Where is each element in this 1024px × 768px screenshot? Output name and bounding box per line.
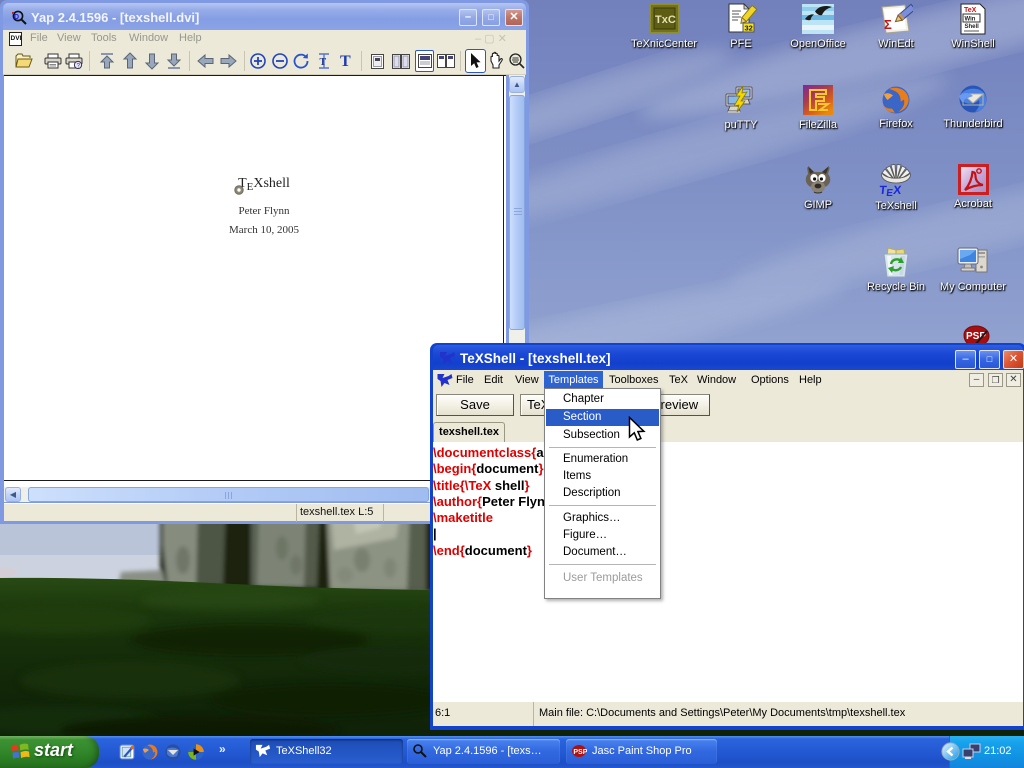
svg-text:PSP: PSP — [573, 749, 587, 756]
svg-text:DVI: DVI — [11, 35, 22, 42]
svg-text:T: T — [340, 53, 351, 70]
svg-text:32: 32 — [745, 24, 753, 33]
svg-text:D: D — [14, 14, 19, 21]
svg-text:TEX: TEX — [879, 183, 902, 197]
svg-text:TxC: TxC — [655, 14, 676, 26]
svg-text:TeX: TeX — [964, 7, 977, 14]
svg-text:Σ: Σ — [884, 17, 892, 32]
svg-text:Shell: Shell — [965, 24, 980, 30]
svg-text:Win: Win — [965, 17, 976, 23]
svg-text:T: T — [320, 57, 327, 68]
